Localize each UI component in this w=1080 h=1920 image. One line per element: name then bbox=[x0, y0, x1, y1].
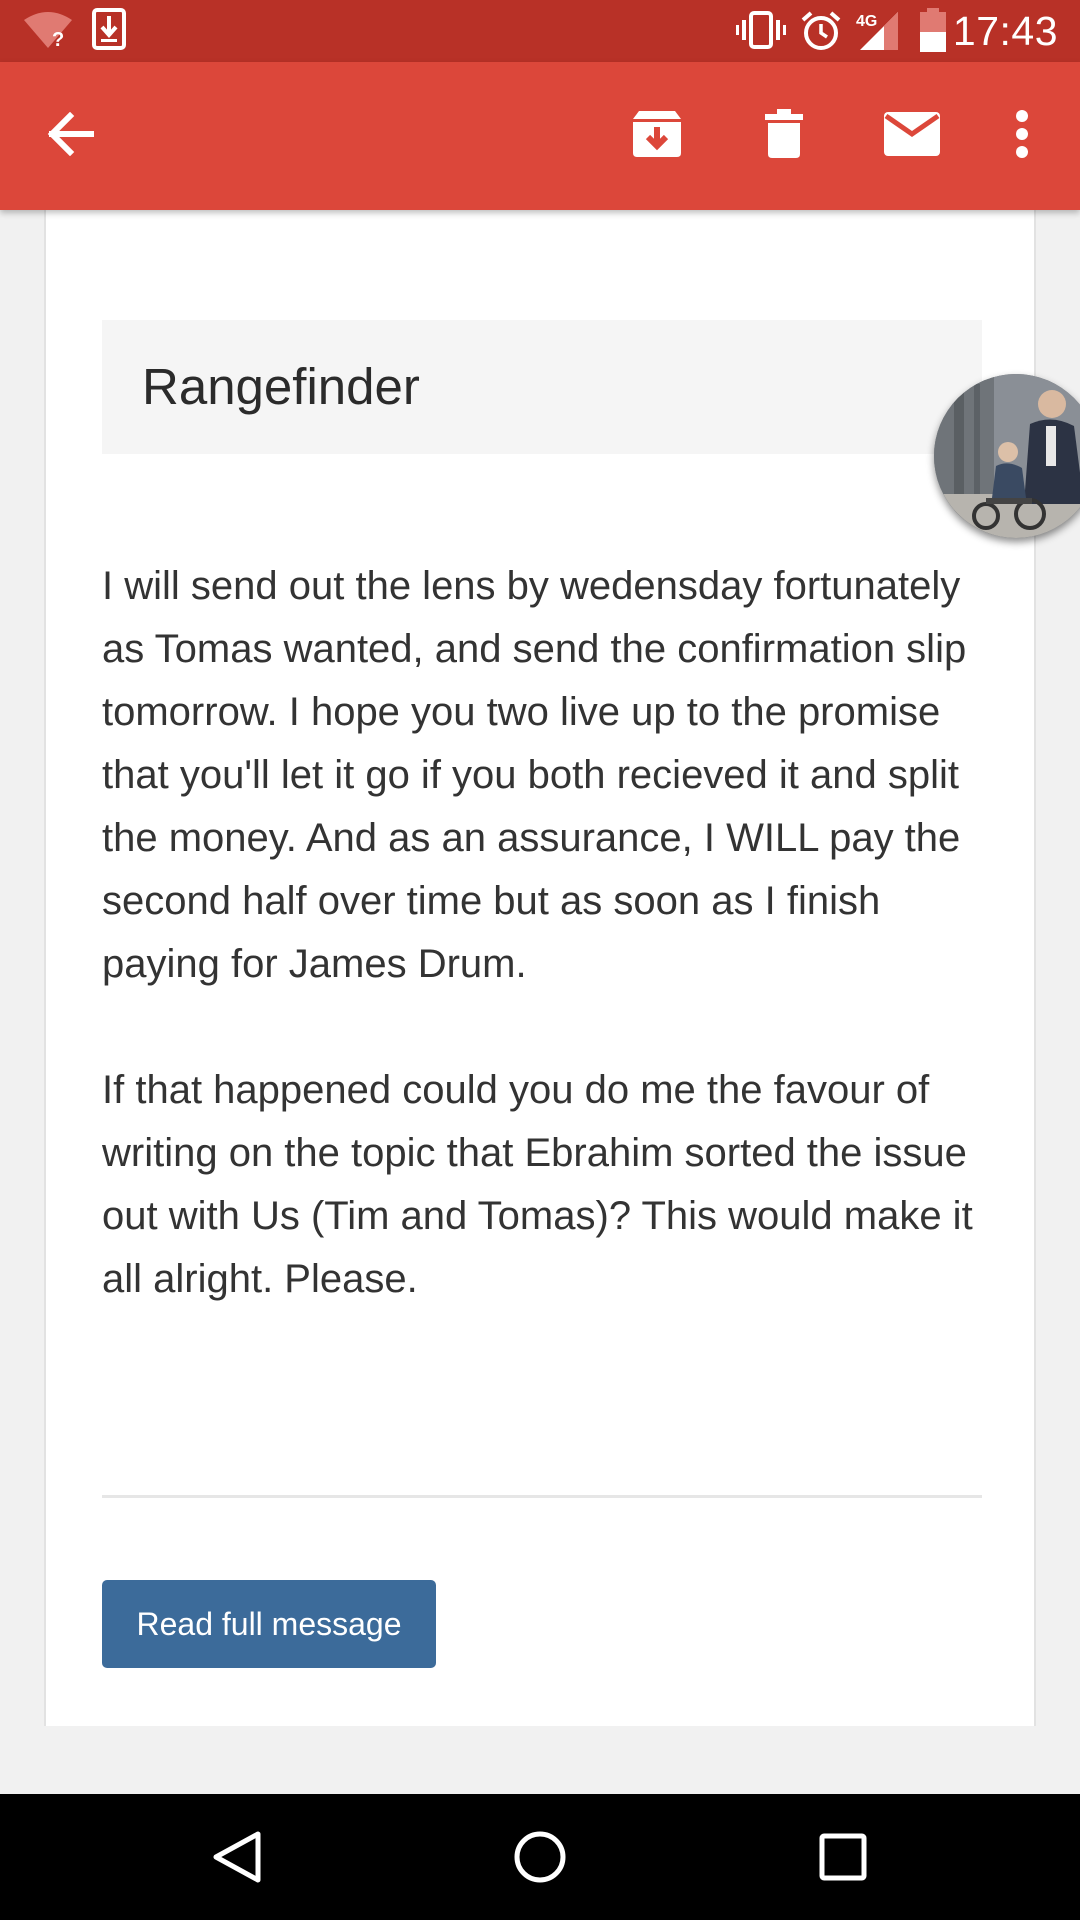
back-arrow-icon bbox=[46, 111, 95, 160]
alarm-icon bbox=[800, 10, 842, 56]
email-body: I will send out the lens by wedensday fo… bbox=[102, 555, 982, 1374]
archive-icon bbox=[631, 109, 683, 163]
home-circle-icon[interactable] bbox=[505, 1822, 575, 1892]
email-paragraph: I will send out the lens by wedensday fo… bbox=[102, 564, 967, 986]
subject-header: Rangefinder bbox=[102, 320, 982, 454]
svg-text:?: ? bbox=[52, 29, 64, 50]
more-options-icon bbox=[1015, 110, 1029, 162]
back-button[interactable] bbox=[38, 104, 102, 168]
mark-unread-icon bbox=[884, 112, 940, 160]
navigation-bar bbox=[0, 1794, 1080, 1920]
download-icon bbox=[92, 8, 126, 54]
status-bar: ? 4G 17:43 bbox=[0, 0, 1080, 62]
delete-icon bbox=[764, 109, 804, 163]
recents-square-icon[interactable] bbox=[808, 1822, 878, 1892]
delete-button[interactable] bbox=[752, 104, 816, 168]
signal-icon: 4G bbox=[854, 8, 902, 56]
read-full-message-button[interactable]: Read full message bbox=[102, 1580, 436, 1668]
email-paragraph: If that happened could you do me the fav… bbox=[102, 1068, 973, 1301]
battery-icon bbox=[918, 8, 948, 56]
vibrate-icon bbox=[736, 10, 786, 54]
archive-button[interactable] bbox=[625, 104, 689, 168]
email-subject: Rangefinder bbox=[142, 358, 420, 415]
network-type-label: 4G bbox=[856, 13, 877, 30]
divider bbox=[102, 1495, 982, 1498]
mark-unread-button[interactable] bbox=[880, 104, 944, 168]
back-triangle-icon[interactable] bbox=[202, 1822, 272, 1892]
more-options-button[interactable] bbox=[990, 104, 1054, 168]
app-bar bbox=[0, 62, 1080, 210]
status-time: 17:43 bbox=[952, 8, 1058, 54]
wifi-unknown-icon: ? bbox=[22, 10, 74, 54]
